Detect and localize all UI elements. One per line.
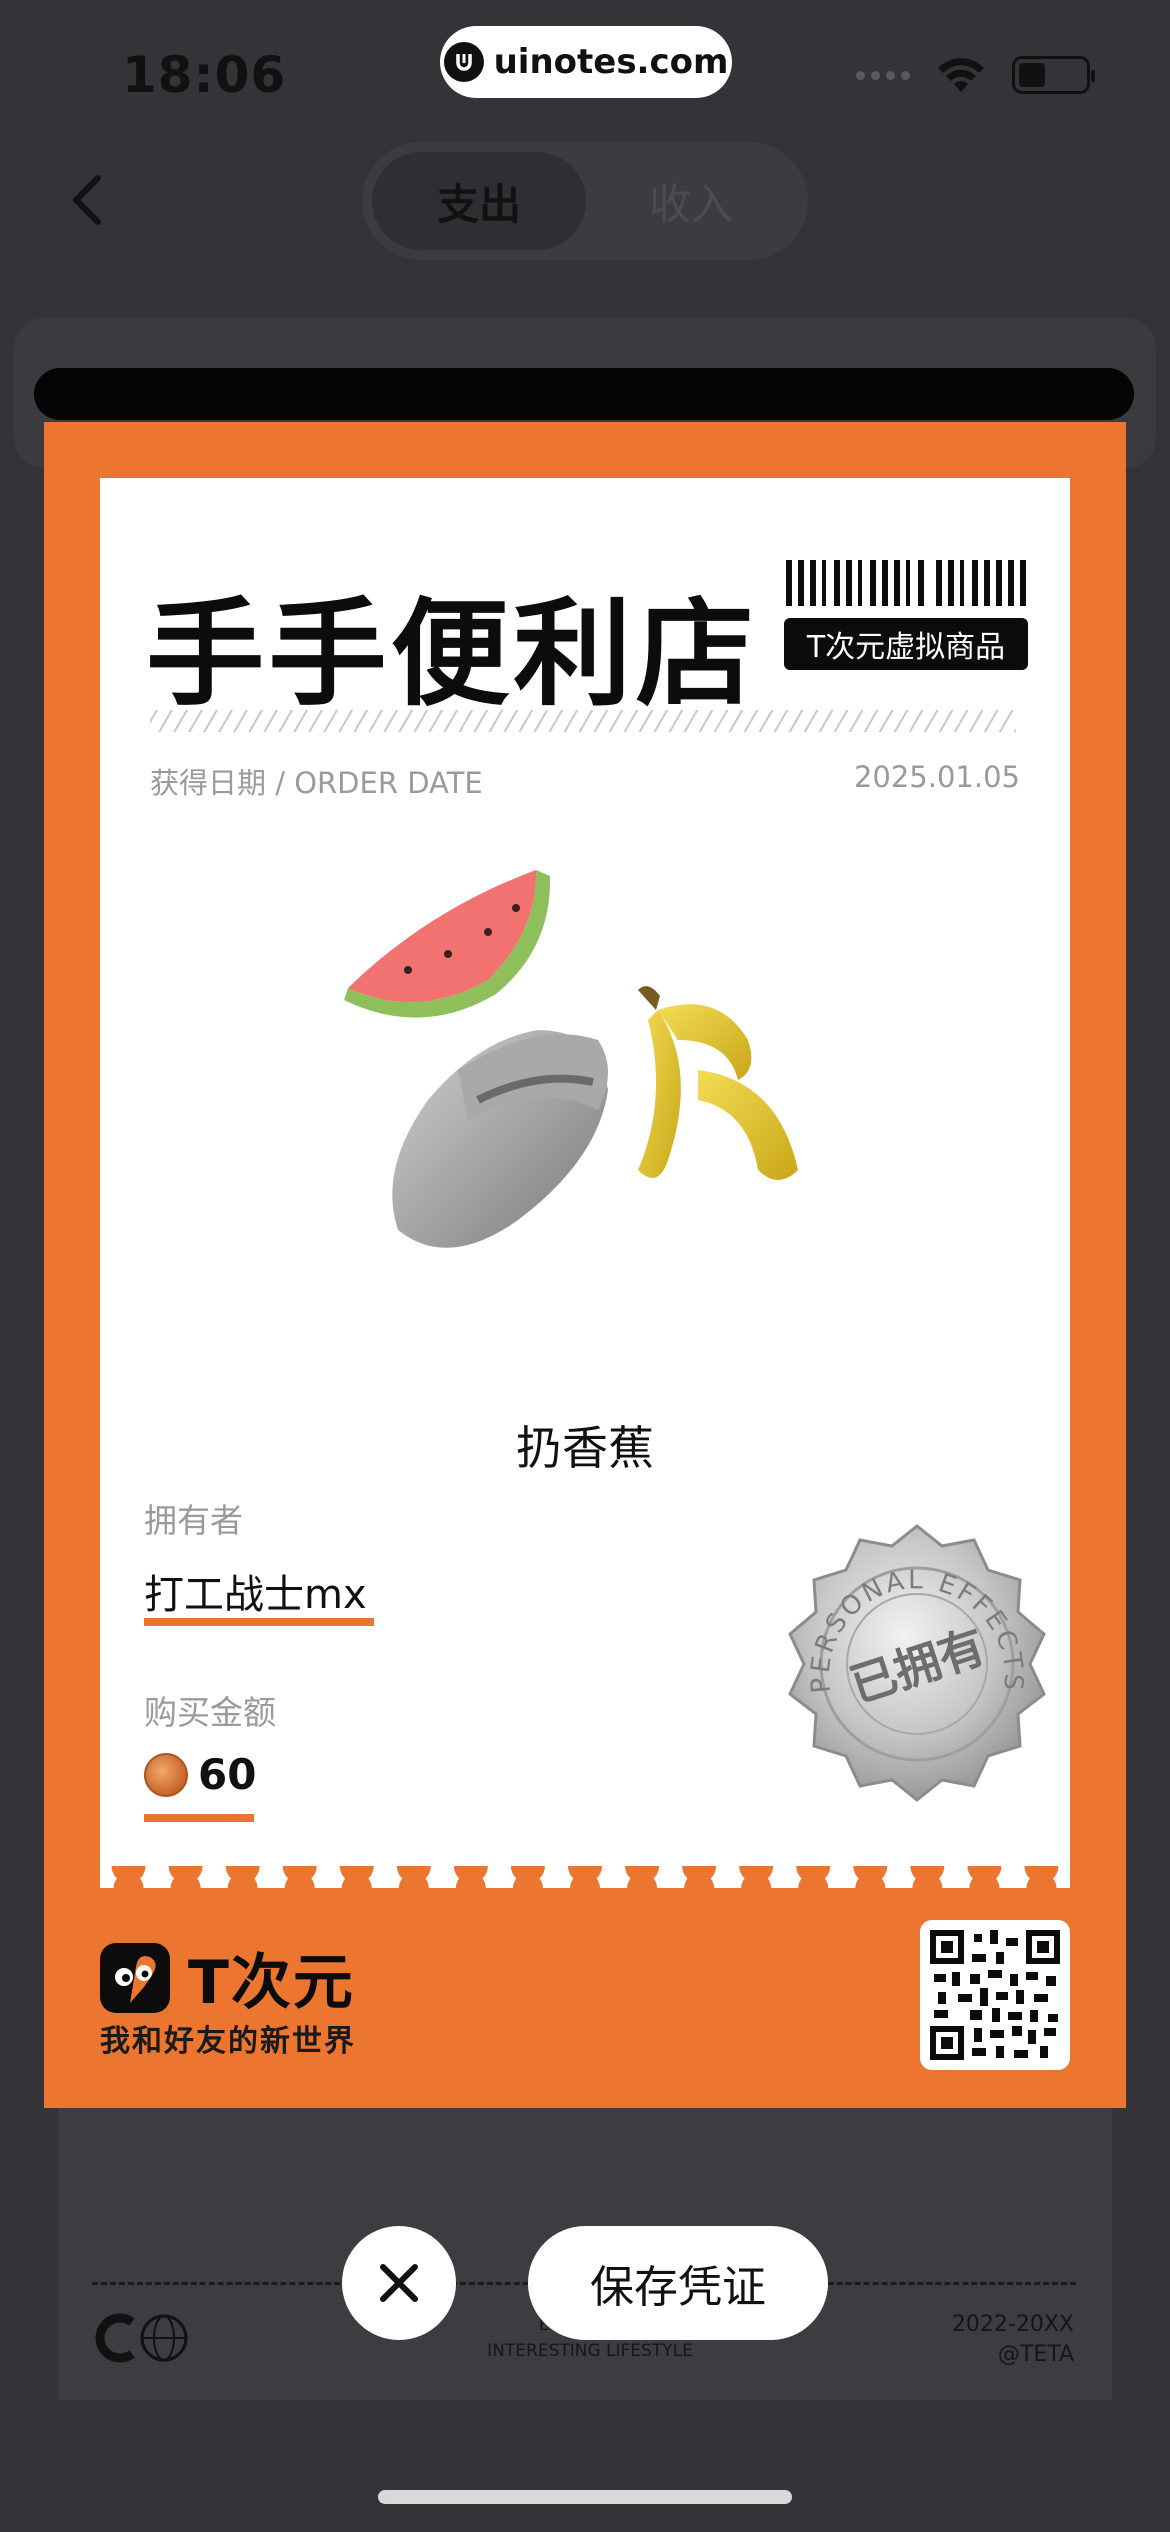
price-label: 购买金额 xyxy=(144,1693,276,1732)
scallop-bump xyxy=(684,1873,715,1903)
chevron-left-icon xyxy=(73,175,101,225)
ticket-scallop-edge xyxy=(100,1866,1070,1906)
scallop-bump xyxy=(284,1873,315,1903)
coin-icon xyxy=(144,1752,188,1797)
hatch-divider xyxy=(150,710,1016,732)
scallop-bump xyxy=(341,1873,372,1903)
home-indicator xyxy=(378,2490,792,2504)
brand-name: T次元 xyxy=(188,1948,355,2018)
status-time: 18:06 xyxy=(122,46,287,104)
voucher-ticket: 手手便利店 T次元虚拟商品 获得日期 / ORDER DATE 2025.01.… xyxy=(100,478,1070,1888)
brand-row: T次元 xyxy=(100,1934,355,2021)
close-icon xyxy=(380,2264,418,2302)
owner-value: 打工战士mx xyxy=(144,1572,367,1618)
order-date-label: 获得日期 / ORDER DATE xyxy=(150,766,483,800)
scallop-bump xyxy=(170,1873,201,1903)
signal-dots-icon xyxy=(856,70,910,80)
underlying-tagline-2: INTERESTING LIFESTYLE xyxy=(487,2341,693,2361)
price-row: 60 xyxy=(144,1750,256,1799)
underlying-logo xyxy=(92,2310,192,2366)
purchase-voucher-card: 手手便利店 T次元虚拟商品 获得日期 / ORDER DATE 2025.01.… xyxy=(44,422,1126,2108)
scallop-bump xyxy=(455,1873,486,1903)
scallop-bump xyxy=(398,1873,429,1903)
slipper-icon xyxy=(392,1030,608,1248)
uinotes-logo-icon xyxy=(443,42,484,82)
price-value: 60 xyxy=(198,1750,257,1799)
close-button[interactable] xyxy=(342,2226,456,2340)
wifi-icon xyxy=(938,58,984,92)
underlying-year-range: 2022-20XX xyxy=(951,2312,1074,2337)
underlying-handle: @TETA xyxy=(997,2342,1074,2367)
scallop-bump xyxy=(1026,1873,1057,1903)
qr-code-icon xyxy=(930,1930,1060,2060)
owner-label: 拥有者 xyxy=(144,1501,243,1540)
brand-slogan: 我和好友的新世界 xyxy=(100,2024,356,2059)
scallop-bump xyxy=(627,1873,658,1903)
watermark-text: uinotes.com xyxy=(493,42,729,82)
scallop-bump xyxy=(227,1873,258,1903)
scallop-bump xyxy=(798,1873,829,1903)
scallop-bump xyxy=(969,1873,1000,1903)
tab-switcher: 支出 收入 xyxy=(362,142,808,260)
qr-code[interactable] xyxy=(920,1920,1070,2070)
app-logo-icon xyxy=(100,1942,170,2013)
virtual-goods-tag: T次元虚拟商品 xyxy=(784,618,1028,670)
shop-name: 手手便利店 xyxy=(146,587,758,722)
owner-underline xyxy=(144,1618,374,1626)
scallop-bump xyxy=(741,1873,772,1903)
price-underline xyxy=(144,1814,254,1822)
order-date-value: 2025.01.05 xyxy=(853,760,1020,794)
product-illustration xyxy=(344,870,798,1248)
watermark-badge: uinotes.com xyxy=(440,26,732,98)
product-name: 扔香蕉 xyxy=(516,1421,654,1475)
tab-expense[interactable]: 支出 xyxy=(372,152,586,250)
scallop-bump xyxy=(912,1873,943,1903)
teta-logo-icon xyxy=(95,2313,188,2363)
status-icons xyxy=(856,56,1095,94)
scallop-bump xyxy=(113,1873,144,1903)
printer-slot xyxy=(34,368,1134,420)
save-voucher-button[interactable]: 保存凭证 xyxy=(528,2226,828,2340)
battery-icon xyxy=(1012,56,1095,94)
scallop-bump xyxy=(570,1873,600,1903)
owned-seal-stamp: PERSONAL EFFECTS 已拥有 xyxy=(788,1524,1046,1802)
back-button[interactable] xyxy=(60,170,120,230)
underlying-meta: 2022-20XX @TETA xyxy=(952,2310,1074,2370)
scallop-bump xyxy=(855,1873,886,1903)
tab-income[interactable]: 收入 xyxy=(584,152,798,250)
barcode-icon xyxy=(786,560,1026,606)
banana-peel-icon xyxy=(638,986,798,1180)
scallop-bump xyxy=(512,1873,543,1903)
